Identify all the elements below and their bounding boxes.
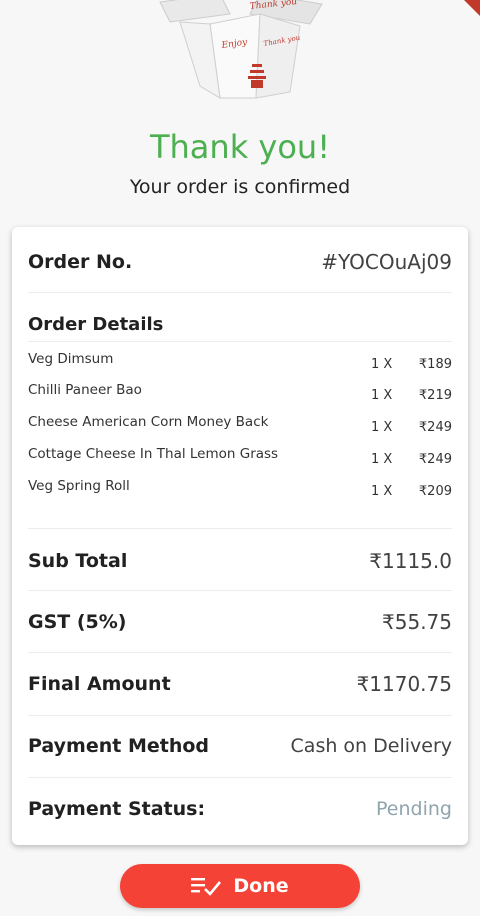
divider — [28, 777, 452, 778]
list-item: Cheese American Corn Money Back 1 X ₹249 — [28, 414, 452, 438]
item-qty: 1 X — [371, 357, 393, 372]
subtotal-label: Sub Total — [28, 550, 128, 572]
done-button-label: Done — [233, 875, 289, 897]
item-price: ₹209 — [418, 484, 452, 499]
final-amount-row: Final Amount ₹1170.75 — [28, 669, 452, 699]
item-name: Cheese American Corn Money Back — [28, 414, 269, 430]
order-number-value: #YOCOuAj09 — [321, 250, 452, 274]
divider — [28, 652, 452, 653]
list-item: Cottage Cheese In Thal Lemon Grass 1 X ₹… — [28, 446, 452, 470]
divider — [28, 590, 452, 591]
hero-illustration: Thank you Enjoy Thank you — [0, 0, 480, 110]
order-details-label: Order Details — [28, 313, 164, 335]
divider — [28, 292, 452, 293]
item-price: ₹219 — [418, 388, 452, 403]
item-name: Cottage Cheese In Thal Lemon Grass — [28, 446, 279, 462]
gst-row: GST (5%) ₹55.75 — [28, 607, 452, 637]
item-name: Chilli Paneer Bao — [28, 382, 142, 398]
thank-you-title: Thank you! — [149, 128, 331, 166]
order-details-header: Order Details — [28, 311, 452, 337]
list-item: Chilli Paneer Bao 1 X ₹219 — [28, 382, 452, 406]
payment-method-row: Payment Method Cash on Delivery — [28, 731, 452, 761]
payment-method-value: Cash on Delivery — [290, 735, 452, 757]
order-confirmed-subtitle: Your order is confirmed — [129, 176, 351, 198]
divider — [28, 341, 452, 342]
divider — [28, 715, 452, 716]
item-price: ₹249 — [418, 452, 452, 467]
item-qty: 1 X — [371, 388, 393, 403]
item-price: ₹189 — [418, 357, 452, 372]
gst-label: GST (5%) — [28, 611, 127, 633]
item-qty: 1 X — [371, 452, 393, 467]
final-amount-value: ₹1170.75 — [356, 672, 452, 696]
payment-status-badge: Pending — [376, 798, 452, 820]
gst-value: ₹55.75 — [382, 610, 452, 634]
subtotal-row: Sub Total ₹1115.0 — [28, 546, 452, 576]
payment-status-label: Payment Status: — [28, 798, 206, 820]
item-qty: 1 X — [371, 420, 393, 435]
item-name: Veg Dimsum — [28, 351, 114, 367]
order-summary-card: Order No. #YOCOuAj09 Order Details Veg D… — [12, 227, 468, 845]
list-item: Veg Spring Roll 1 X ₹209 — [28, 478, 452, 502]
divider — [28, 528, 452, 529]
order-number-row: Order No. #YOCOuAj09 — [28, 247, 452, 277]
payment-method-label: Payment Method — [28, 735, 210, 757]
item-price: ₹249 — [418, 420, 452, 435]
takeout-box-icon: Thank you Enjoy Thank you — [159, 0, 323, 99]
payment-status-row: Payment Status: Pending — [28, 794, 452, 824]
final-amount-label: Final Amount — [28, 673, 171, 695]
list-item: Veg Dimsum 1 X ₹189 — [28, 351, 452, 375]
done-button[interactable]: Done — [120, 864, 360, 908]
subtotal-value: ₹1115.0 — [369, 549, 452, 573]
list-check-icon — [191, 878, 222, 896]
item-name: Veg Spring Roll — [28, 478, 130, 494]
item-qty: 1 X — [371, 484, 393, 499]
order-number-label: Order No. — [28, 251, 133, 273]
